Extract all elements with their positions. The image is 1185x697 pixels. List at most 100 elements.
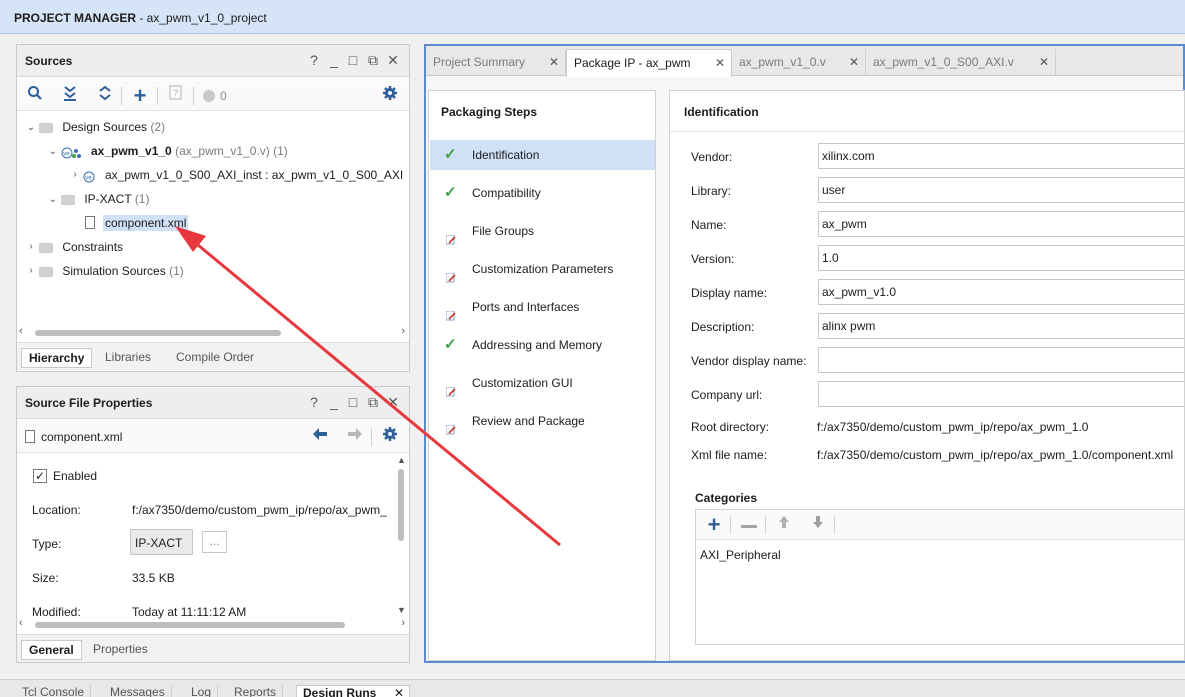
tree-item-constraints[interactable]: Constraints [39,237,123,257]
tab-reports[interactable]: Reports [228,685,284,697]
enabled-checkbox[interactable]: ✓ [33,469,47,483]
tab-design-runs[interactable]: Design Runs ✕ [296,685,410,697]
properties-panel: Source File Properties ? _ □ ⧉ ✕ compone… [16,386,410,663]
tree-item-design-sources[interactable]: Design Sources (2) [39,117,165,137]
add-icon[interactable]: + [129,85,151,107]
float-icon[interactable]: ⧉ [365,52,381,68]
tab-log[interactable]: Log [185,685,219,697]
version-label: Version: [691,252,735,266]
forward-icon[interactable] [344,426,366,448]
close-icon[interactable]: ✕ [715,50,725,76]
move-down-icon[interactable] [807,514,829,536]
tab-properties[interactable]: Properties [86,640,155,660]
scroll-thumb[interactable] [35,622,345,628]
check-icon: ✓ [444,184,457,201]
description-input[interactable] [818,313,1184,339]
step-addressing-and-memory[interactable]: ✓ Addressing and Memory [430,330,655,360]
expand-all-icon[interactable] [94,85,116,107]
remove-category-icon[interactable] [738,514,760,536]
tab-tcl-console[interactable]: Tcl Console [16,685,92,697]
version-input[interactable] [818,245,1184,271]
close-icon[interactable]: ✕ [394,686,404,697]
close-icon[interactable]: ✕ [385,52,401,68]
categories-toolbar: + [696,510,1184,540]
gear-icon[interactable] [379,85,401,107]
step-ports-and-interfaces[interactable]: Ports and Interfaces [430,292,655,322]
folder-icon [39,122,53,133]
gear-icon[interactable] [379,426,401,448]
chevron-down-icon[interactable]: ⌄ [47,194,59,205]
category-item[interactable]: AXI_Peripheral [700,548,781,562]
edit-pencil-icon [445,302,456,321]
back-icon[interactable] [309,426,331,448]
tab-project-summary[interactable]: Project Summary ✕ [426,49,566,76]
step-label: Addressing and Memory [472,338,603,352]
float-icon[interactable]: ⧉ [365,394,381,410]
maximize-icon[interactable]: □ [345,52,361,68]
tree-item-component-xml[interactable]: component.xml [83,213,189,233]
tab-ax-pwm-v[interactable]: ax_pwm_v1_0.v ✕ [732,49,866,76]
tab-compile-order[interactable]: Compile Order [169,348,261,368]
chevron-right-icon[interactable]: › [69,169,81,180]
vendor-display-name-input[interactable] [818,347,1184,373]
sources-hscrollbar[interactable]: ‹ › [19,325,407,339]
identification-title: Identification [684,105,759,119]
library-input[interactable] [818,177,1184,203]
scroll-thumb[interactable] [398,469,404,541]
tree-item-ipxact[interactable]: IP-XACT (1) [61,189,149,209]
description-label: Description: [691,320,755,334]
sources-tabs: Hierarchy Libraries Compile Order [17,342,409,370]
close-icon[interactable]: ✕ [1039,49,1049,75]
display-name-input[interactable] [818,279,1184,305]
tab-libraries[interactable]: Libraries [98,348,158,368]
tree-item-axi-inst[interactable]: ve ax_pwm_v1_0_S00_AXI_inst : ax_pwm_v1_… [83,165,403,185]
help-file-icon[interactable]: ? [164,85,186,107]
help-icon[interactable]: ? [306,394,322,410]
step-identification[interactable]: ✓ Identification [430,140,655,170]
scroll-right-icon[interactable]: › [401,617,405,629]
editor-tab-strip: Project Summary ✕ Package IP - ax_pwm ✕ … [426,46,1183,77]
step-compatibility[interactable]: ✓ Compatibility [430,178,655,208]
scroll-up-icon[interactable]: ▲ [397,455,406,465]
chevron-right-icon[interactable]: › [25,265,37,276]
tree-item-top-module[interactable]: ve ax_pwm_v1_0 (ax_pwm_v1_0.v) (1) [61,141,288,161]
status-dot-icon [203,90,215,102]
step-review-and-package[interactable]: Review and Package [430,406,655,436]
close-icon[interactable]: ✕ [385,394,401,410]
properties-file: component.xml [41,430,123,444]
search-icon[interactable] [24,85,46,107]
step-customization-gui[interactable]: Customization GUI [430,368,655,398]
chevron-down-icon[interactable]: ⌄ [47,146,59,157]
scroll-left-icon[interactable]: ‹ [19,617,23,629]
chevron-down-icon[interactable]: ⌄ [25,122,37,133]
tab-messages[interactable]: Messages [104,685,172,697]
minimize-icon[interactable]: _ [326,394,342,410]
scroll-down-icon[interactable]: ▼ [397,605,406,615]
identification-panel: Identification Vendor: Library: Name: Ve… [669,90,1185,661]
tab-s00-axi-v[interactable]: ax_pwm_v1_0_S00_AXI.v ✕ [866,49,1056,76]
add-category-icon[interactable]: + [703,514,725,536]
tree-item-simulation[interactable]: Simulation Sources (1) [39,261,184,281]
company-url-input[interactable] [818,381,1184,407]
tab-hierarchy[interactable]: Hierarchy [21,348,93,368]
close-icon[interactable]: ✕ [849,49,859,75]
step-customization-parameters[interactable]: Customization Parameters [430,254,655,284]
vendor-input[interactable] [818,143,1184,169]
scroll-thumb[interactable] [35,330,281,336]
tab-package-ip[interactable]: Package IP - ax_pwm ✕ [566,49,732,77]
step-file-groups[interactable]: File Groups [430,216,655,246]
help-icon[interactable]: ? [306,52,322,68]
maximize-icon[interactable]: □ [345,394,361,410]
close-icon[interactable]: ✕ [549,49,559,75]
minimize-icon[interactable]: _ [326,52,342,68]
move-up-icon[interactable] [773,514,795,536]
type-browse-button[interactable]: ... [202,531,227,553]
name-input[interactable] [818,211,1184,237]
properties-vscrollbar[interactable]: ▲ ▼ [395,455,407,617]
tab-general[interactable]: General [21,640,82,660]
chevron-right-icon[interactable]: › [25,241,37,252]
collapse-all-icon[interactable] [59,85,81,107]
scroll-left-icon[interactable]: ‹ [19,325,23,337]
scroll-right-icon[interactable]: › [401,325,405,337]
properties-hscrollbar[interactable]: ‹ › [19,617,407,631]
